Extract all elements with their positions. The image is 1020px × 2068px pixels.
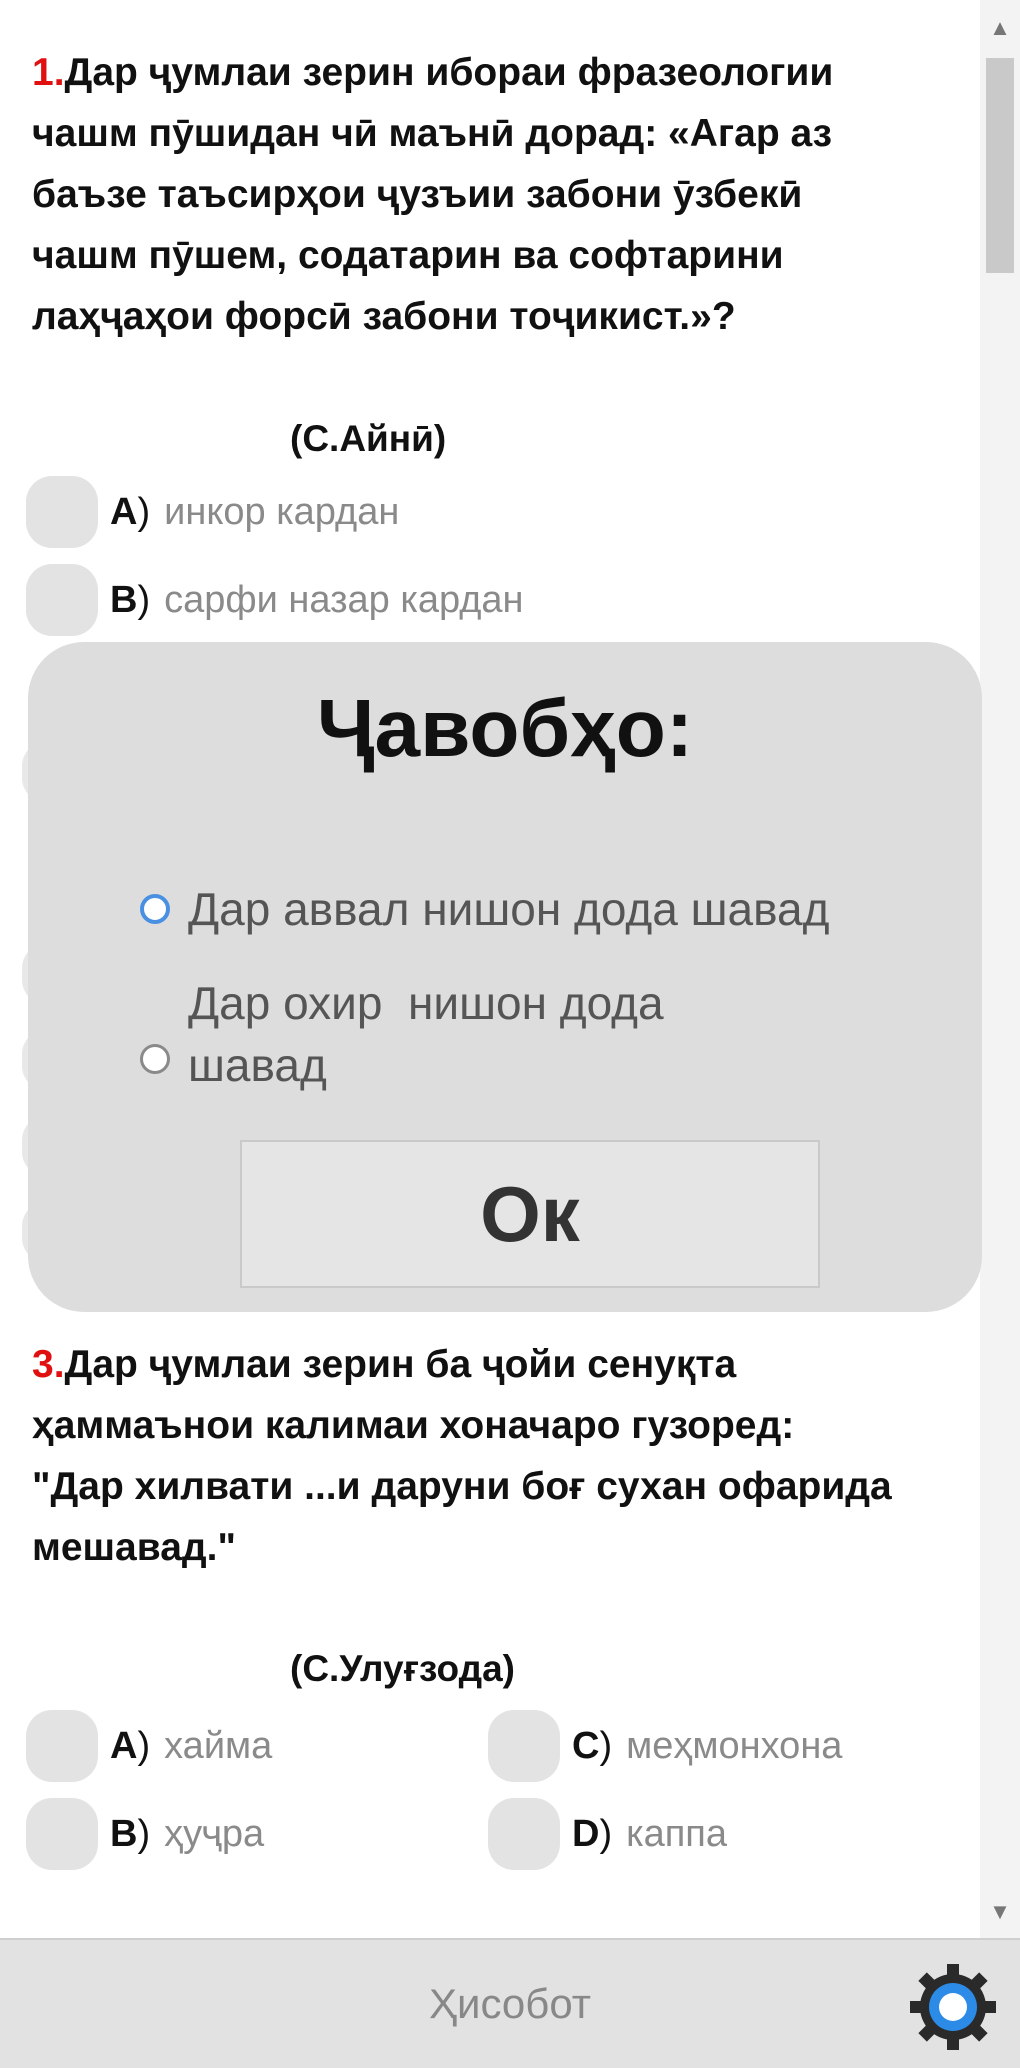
option-checkbox[interactable] [26,1798,98,1870]
option-letter: C) [572,1724,613,1767]
radio-label: Дар охир нишон дода шавад [188,977,677,1091]
option-letter: A) [110,1724,151,1767]
option-text: хайма [164,1724,273,1767]
option-b[interactable]: B) ҳуҷра [26,1796,264,1872]
answers-dialog: Ҷавобҳо: Дар аввал нишон дода шавад Дар … [28,642,982,1312]
option-text: инкор кардан [164,490,400,533]
radio-show-first[interactable]: Дар аввал нишон дода шавад [140,878,829,940]
option-text: сарфи назар кардан [164,578,524,621]
option-text: каппа [626,1812,727,1855]
option-checkbox[interactable] [26,564,98,636]
option-b[interactable]: B) сарфи назар кардан [26,562,524,638]
option-checkbox[interactable] [488,1798,560,1870]
question-text: Дар ҷумлаи зерин ба ҷойи сенуқта ҳаммаън… [32,1343,892,1569]
option-d[interactable]: D) каппа [488,1796,727,1872]
dialog-title: Ҷавобҳо: [316,683,694,774]
question-text: Дар ҷумлаи зерин ибораи фразеологии чашм… [32,51,834,338]
option-letter: B) [110,578,151,621]
question-1: 1.Дар ҷумлаи зерин ибораи фразеологии ча… [32,42,912,347]
question-source: (С.Улуғзода) [290,1648,515,1689]
option-checkbox[interactable] [26,476,98,548]
option-a[interactable]: A) хайма [26,1708,272,1784]
footer-bar: Ҳисобот [0,1938,1020,2068]
scroll-down-arrow-icon[interactable]: ▼ [980,1892,1020,1932]
scrollbar-thumb[interactable] [986,58,1014,273]
option-c[interactable]: C) меҳмонхона [488,1708,842,1784]
radio-button[interactable] [140,1044,170,1074]
gear-icon[interactable] [908,1962,998,2052]
scroll-up-arrow-icon[interactable]: ▲ [980,8,1020,48]
question-source: (С.Айнӣ) [290,418,447,459]
question-number: 1. [32,51,65,94]
option-checkbox[interactable] [488,1710,560,1782]
radio-label: Дар аввал нишон дода шавад [188,883,830,935]
radio-show-last[interactable]: Дар охир нишон дода шавад [140,972,840,1096]
option-text: ҳуҷра [164,1812,265,1855]
option-letter: A) [110,490,151,533]
question-3: 3.Дар ҷумлаи зерин ба ҷойи сенуқта ҳамма… [32,1334,912,1578]
option-letter: B) [110,1812,151,1855]
vertical-scrollbar[interactable]: ▲ ▼ [980,0,1020,1938]
question-number: 3. [32,1343,65,1386]
ok-button[interactable]: Ок [240,1140,820,1288]
option-checkbox[interactable] [26,1710,98,1782]
radio-button-selected[interactable] [140,894,170,924]
report-button[interactable]: Ҳисобот [0,1940,1020,2068]
option-letter: D) [572,1812,613,1855]
option-a[interactable]: A) инкор кардан [26,474,399,550]
option-text: меҳмонхона [626,1724,843,1767]
